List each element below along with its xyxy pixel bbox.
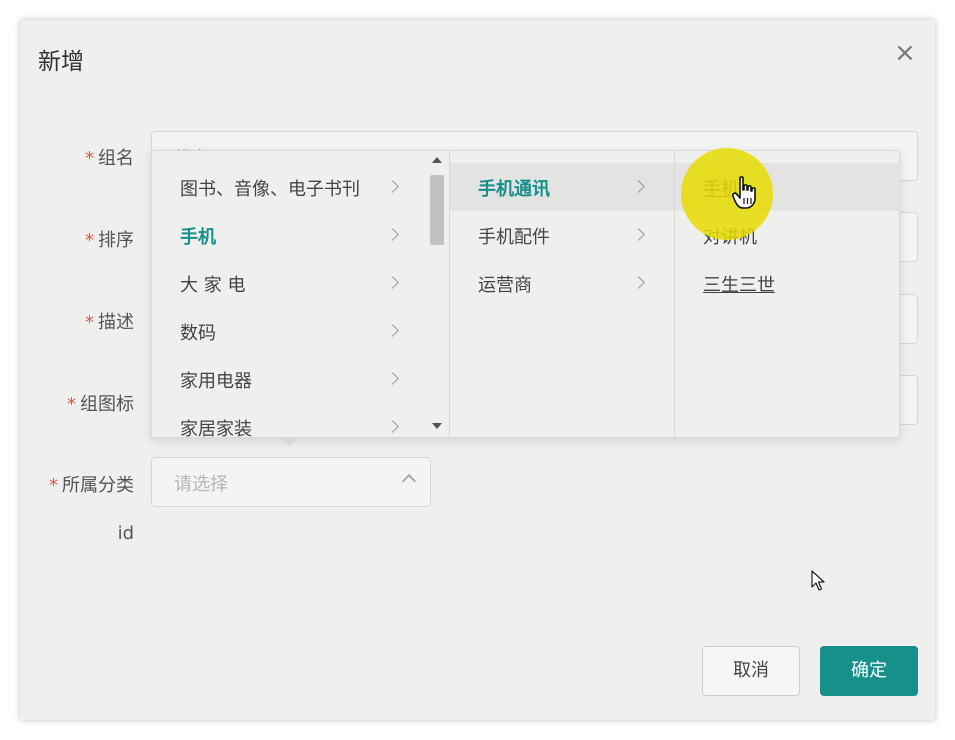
category-placeholder: 请选择 <box>174 474 228 495</box>
cursor-highlight <box>681 148 773 240</box>
required-mark: * <box>85 230 94 251</box>
hand-cursor-icon <box>732 176 756 209</box>
required-mark: * <box>85 312 94 333</box>
required-mark: * <box>85 148 94 169</box>
cascader-option[interactable]: 家用电器 <box>152 355 449 403</box>
category-cascader: 图书、音像、电子书刊 手机 大 家 电 数码 家用电器 家居家装 手机通讯 手机… <box>151 150 900 446</box>
required-mark: * <box>49 475 58 496</box>
cascader-option[interactable]: 三生三世 <box>675 259 900 307</box>
chevron-right-icon <box>386 420 399 433</box>
chevron-right-icon <box>386 372 399 385</box>
form-label-group-icon: * 组图标 <box>67 394 134 415</box>
cascader-option[interactable]: 大 家 电 <box>152 259 449 307</box>
required-mark: * <box>67 394 76 415</box>
dialog-title: 新增 <box>38 49 84 75</box>
scrollbar[interactable] <box>426 151 448 437</box>
cascader-option[interactable]: 图书、音像、电子书刊 <box>152 163 449 211</box>
form-label-sort: * 排序 <box>85 230 134 251</box>
cascader-option[interactable]: 手机配件 <box>450 211 674 259</box>
chevron-right-icon <box>632 276 645 289</box>
form-label-category: * 所属分类 <box>49 475 134 496</box>
cascader-option[interactable]: 手机 <box>152 211 449 259</box>
pointer-cursor-icon <box>811 570 825 591</box>
chevron-right-icon <box>386 276 399 289</box>
cascader-option[interactable]: 运营商 <box>450 259 674 307</box>
cascader-option[interactable]: 手机通讯 <box>450 163 674 211</box>
category-select[interactable]: 请选择 <box>151 457 431 507</box>
close-icon[interactable]: × <box>894 40 916 66</box>
popper-arrow <box>282 439 296 446</box>
chevron-right-icon <box>386 228 399 241</box>
cancel-button[interactable]: 取消 <box>702 646 800 696</box>
cascader-option[interactable]: 数码 <box>152 307 449 355</box>
cascader-panel-1: 图书、音像、电子书刊 手机 大 家 电 数码 家用电器 家居家装 <box>152 151 450 437</box>
cascader-panel-2: 手机通讯 手机配件 运营商 <box>450 151 675 437</box>
form-label-description: * 描述 <box>85 312 134 333</box>
scroll-down-arrow-icon[interactable] <box>432 423 442 429</box>
chevron-right-icon <box>632 228 645 241</box>
cascader-option[interactable]: 家居家装 <box>152 403 449 437</box>
scrollbar-thumb[interactable] <box>430 175 444 245</box>
confirm-button[interactable]: 确定 <box>820 646 918 696</box>
chevron-right-icon <box>632 180 645 193</box>
form-label-group-name: * 组名 <box>85 148 134 169</box>
chevron-right-icon <box>386 324 399 337</box>
chevron-right-icon <box>386 180 399 193</box>
form-label-id: id <box>117 523 134 544</box>
scroll-up-arrow-icon[interactable] <box>432 157 442 163</box>
chevron-up-icon <box>401 473 417 489</box>
